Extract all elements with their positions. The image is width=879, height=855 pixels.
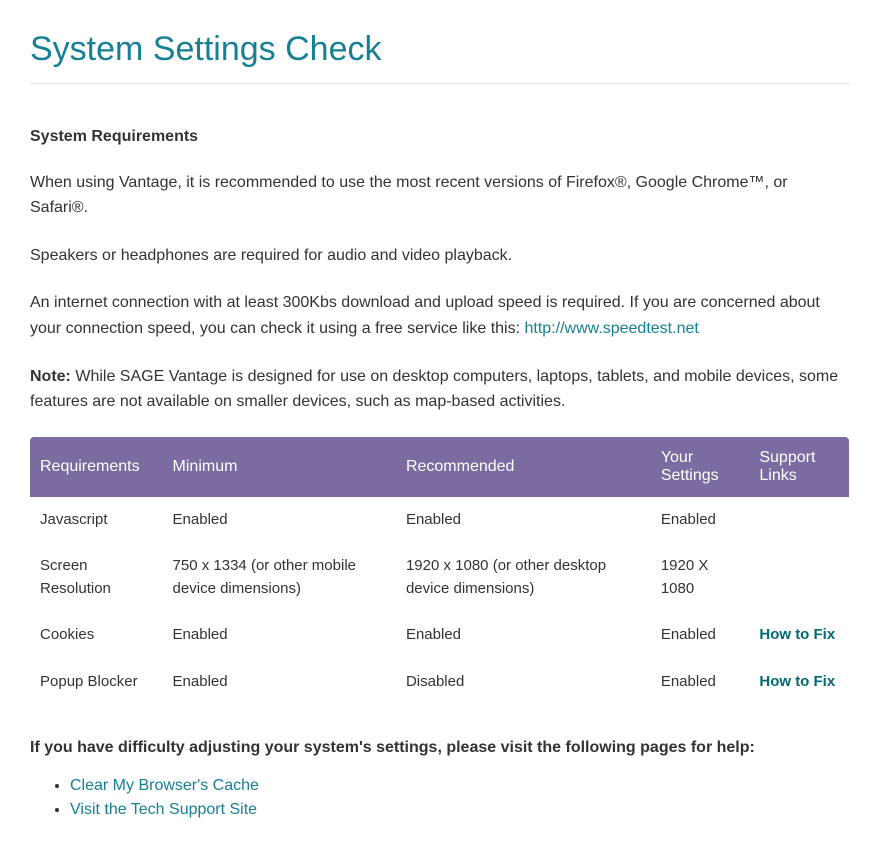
- cell-your: Enabled: [651, 497, 750, 544]
- cell-your: Enabled: [651, 612, 750, 659]
- help-link[interactable]: Visit the Tech Support Site: [70, 801, 257, 818]
- cell-req: Cookies: [30, 612, 163, 659]
- page-title: System Settings Check: [30, 30, 849, 84]
- how-to-fix-link[interactable]: How to Fix: [759, 673, 835, 690]
- th-your-settings: Your Settings: [651, 437, 750, 497]
- intro-paragraph-2: Speakers or headphones are required for …: [30, 243, 849, 269]
- help-links-list: Clear My Browser's Cache Visit the Tech S…: [30, 777, 849, 819]
- cell-min: Enabled: [163, 612, 396, 659]
- cell-support: [749, 543, 849, 612]
- cell-rec: Enabled: [396, 612, 651, 659]
- speedtest-link[interactable]: http://www.speedtest.net: [524, 320, 698, 337]
- cell-req: Popup Blocker: [30, 659, 163, 706]
- requirements-table: Requirements Minimum Recommended Your Se…: [30, 437, 849, 706]
- th-requirements: Requirements: [30, 437, 163, 497]
- help-link[interactable]: Clear My Browser's Cache: [70, 777, 259, 794]
- list-item: Clear My Browser's Cache: [70, 777, 849, 795]
- cell-support: [749, 497, 849, 544]
- th-support-links: Support Links: [749, 437, 849, 497]
- cell-support: How to Fix: [749, 612, 849, 659]
- intro-paragraph-1: When using Vantage, it is recommended to…: [30, 170, 849, 221]
- table-row: Screen Resolution750 x 1334 (or other mo…: [30, 543, 849, 612]
- note-label: Note:: [30, 368, 71, 385]
- intro-paragraph-3-text: An internet connection with at least 300…: [30, 294, 820, 337]
- list-item: Visit the Tech Support Site: [70, 801, 849, 819]
- system-requirements-heading: System Requirements: [30, 124, 849, 150]
- cell-req: Screen Resolution: [30, 543, 163, 612]
- note-text: While SAGE Vantage is designed for use o…: [30, 368, 838, 411]
- table-row: JavascriptEnabledEnabledEnabled: [30, 497, 849, 544]
- table-row: CookiesEnabledEnabledEnabledHow to Fix: [30, 612, 849, 659]
- table-row: Popup BlockerEnabledDisabledEnabledHow t…: [30, 659, 849, 706]
- cell-rec: Enabled: [396, 497, 651, 544]
- cell-your: Enabled: [651, 659, 750, 706]
- cell-rec: 1920 x 1080 (or other desktop device dim…: [396, 543, 651, 612]
- cell-your: 1920 X 1080: [651, 543, 750, 612]
- help-heading: If you have difficulty adjusting your sy…: [30, 735, 849, 761]
- cell-min: 750 x 1334 (or other mobile device dimen…: [163, 543, 396, 612]
- th-minimum: Minimum: [163, 437, 396, 497]
- th-recommended: Recommended: [396, 437, 651, 497]
- cell-min: Enabled: [163, 497, 396, 544]
- cell-rec: Disabled: [396, 659, 651, 706]
- how-to-fix-link[interactable]: How to Fix: [759, 626, 835, 643]
- cell-support: How to Fix: [749, 659, 849, 706]
- cell-min: Enabled: [163, 659, 396, 706]
- note-paragraph: Note: While SAGE Vantage is designed for…: [30, 364, 849, 415]
- intro-paragraph-3: An internet connection with at least 300…: [30, 290, 849, 341]
- cell-req: Javascript: [30, 497, 163, 544]
